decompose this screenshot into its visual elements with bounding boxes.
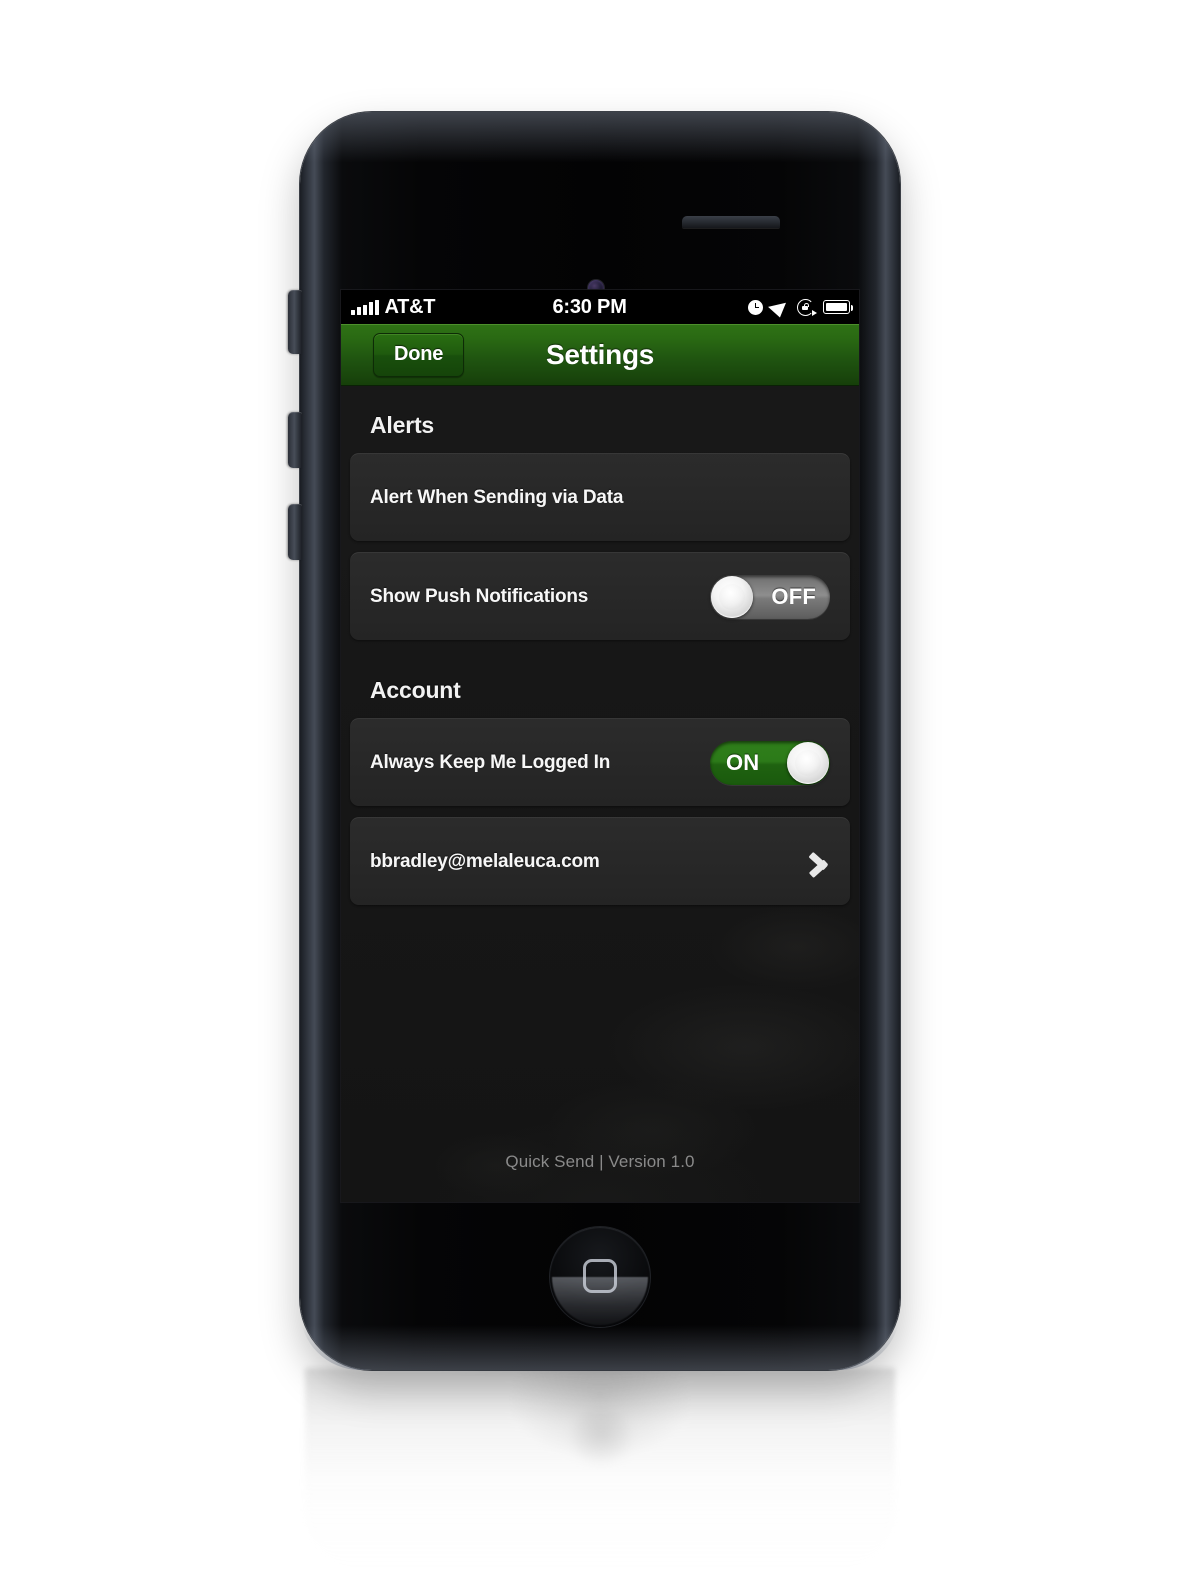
toggle-always-keep-me-logged-in[interactable]: ON <box>710 740 830 785</box>
row-alert-when-sending-via-data[interactable]: Alert When Sending via Data <box>350 453 850 541</box>
alarm-clock-icon <box>748 299 763 315</box>
bezel-top-highlight <box>300 112 900 184</box>
toggle-show-push-notifications[interactable]: OFF <box>710 574 830 619</box>
status-bar-left: AT&T <box>351 297 435 317</box>
volume-down-button[interactable] <box>288 504 302 560</box>
location-arrow-icon <box>768 296 792 318</box>
section-header-account: Account <box>370 677 461 703</box>
done-button[interactable]: Done <box>373 332 465 377</box>
mute-switch[interactable] <box>288 290 302 354</box>
phone-screen: AT&T 6:30 PM Settings Done Alerts Alert … <box>341 290 859 1202</box>
signal-strength-icon <box>351 299 379 315</box>
row-label: Alert When Sending via Data <box>370 486 624 508</box>
toggle-knob <box>787 741 829 784</box>
rotation-lock-icon <box>797 298 817 316</box>
row-label: Always Keep Me Logged In <box>370 751 611 773</box>
iphone-device: AT&T 6:30 PM Settings Done Alerts Alert … <box>288 112 900 1370</box>
row-account-email[interactable]: bbradley@melaleuca.com <box>350 817 850 905</box>
row-label: Show Push Notifications <box>370 585 589 607</box>
battery-icon <box>823 300 854 314</box>
account-email-label: bbradley@melaleuca.com <box>370 850 600 872</box>
reflection-home-button-glow <box>570 1408 632 1470</box>
screenshot-stage: AT&T 6:30 PM Settings Done Alerts Alert … <box>0 0 1200 1582</box>
carrier-label: AT&T <box>384 296 436 318</box>
navigation-bar: Settings Done <box>341 324 859 386</box>
phone-reflection <box>305 1368 895 1568</box>
toggle-state-label: ON <box>726 749 760 775</box>
section-header-alerts: Alerts <box>370 412 434 438</box>
home-button[interactable] <box>550 1227 650 1327</box>
app-version-label: Quick Send | Version 1.0 <box>505 1152 695 1171</box>
status-bar-clock: 6:30 PM <box>552 295 627 318</box>
settings-content: Alerts Alert When Sending via Data Show … <box>341 386 859 1202</box>
toggle-knob <box>711 575 753 618</box>
row-show-push-notifications[interactable]: Show Push Notifications OFF <box>350 552 850 640</box>
volume-up-button[interactable] <box>288 412 302 468</box>
power-button[interactable] <box>682 216 780 228</box>
chevron-right-icon <box>810 845 830 879</box>
row-always-keep-me-logged-in[interactable]: Always Keep Me Logged In ON <box>350 718 850 806</box>
toggle-state-label: OFF <box>771 583 816 609</box>
rotation-lock-arrow <box>811 309 817 316</box>
battery-nub <box>850 305 854 311</box>
battery-fill <box>825 302 848 312</box>
status-bar: AT&T 6:30 PM <box>341 290 859 324</box>
status-bar-right <box>748 296 854 318</box>
home-button-square-icon <box>583 1259 617 1293</box>
